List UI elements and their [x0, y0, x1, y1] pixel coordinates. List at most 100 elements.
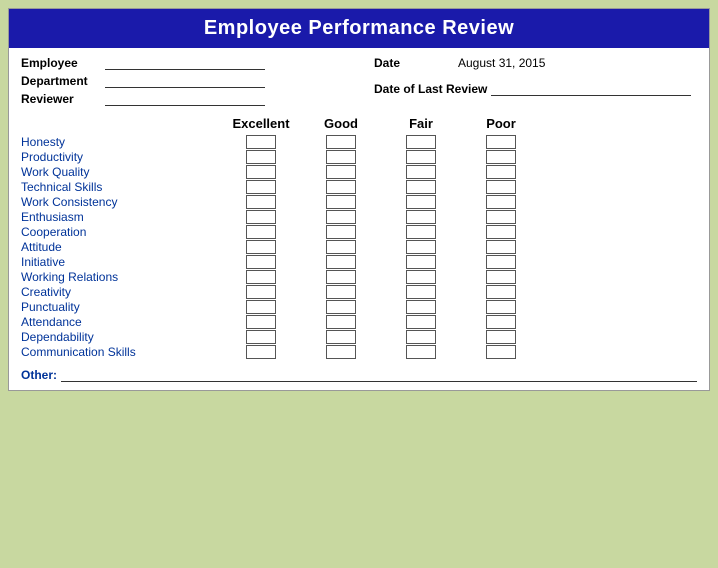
- rating-boxes: [221, 285, 541, 299]
- rating-excellent-checkbox[interactable]: [246, 195, 276, 209]
- other-label: Other:: [21, 368, 57, 382]
- other-input-line[interactable]: [61, 368, 697, 382]
- rating-boxes: [221, 195, 541, 209]
- rating-good-checkbox[interactable]: [326, 285, 356, 299]
- criteria-label: Cooperation: [21, 225, 221, 239]
- rating-excellent-checkbox[interactable]: [246, 165, 276, 179]
- rating-excellent-checkbox[interactable]: [246, 270, 276, 284]
- rating-poor-checkbox[interactable]: [486, 210, 516, 224]
- rating-fair-checkbox[interactable]: [406, 270, 436, 284]
- rating-poor-checkbox[interactable]: [486, 150, 516, 164]
- rating-fair-checkbox[interactable]: [406, 255, 436, 269]
- date-last-review-label: Date of Last Review: [374, 82, 487, 96]
- rating-poor-cell: [461, 315, 541, 329]
- rating-fair-checkbox[interactable]: [406, 285, 436, 299]
- rating-good-checkbox[interactable]: [326, 240, 356, 254]
- rating-fair-checkbox[interactable]: [406, 345, 436, 359]
- rating-good-checkbox[interactable]: [326, 330, 356, 344]
- criteria-label: Creativity: [21, 285, 221, 299]
- rating-good-checkbox[interactable]: [326, 150, 356, 164]
- employee-input-line[interactable]: [105, 56, 265, 70]
- rating-poor-checkbox[interactable]: [486, 165, 516, 179]
- date-last-review-input-line[interactable]: [491, 82, 691, 96]
- rating-good-checkbox[interactable]: [326, 225, 356, 239]
- rating-poor-checkbox[interactable]: [486, 300, 516, 314]
- rating-fair-checkbox[interactable]: [406, 165, 436, 179]
- rating-fair-cell: [381, 135, 461, 149]
- rating-excellent-checkbox[interactable]: [246, 345, 276, 359]
- rating-poor-checkbox[interactable]: [486, 285, 516, 299]
- rating-good-checkbox[interactable]: [326, 300, 356, 314]
- rating-poor-checkbox[interactable]: [486, 345, 516, 359]
- rating-excellent-checkbox[interactable]: [246, 225, 276, 239]
- table-row: Creativity: [21, 285, 697, 299]
- criteria-label: Work Consistency: [21, 195, 221, 209]
- rating-poor-checkbox[interactable]: [486, 135, 516, 149]
- rating-boxes: [221, 210, 541, 224]
- rating-fair-cell: [381, 300, 461, 314]
- rating-poor-checkbox[interactable]: [486, 195, 516, 209]
- rating-excellent-checkbox[interactable]: [246, 300, 276, 314]
- rating-fair-checkbox[interactable]: [406, 180, 436, 194]
- employee-label: Employee: [21, 56, 101, 70]
- rating-poor-checkbox[interactable]: [486, 225, 516, 239]
- rating-excellent-checkbox[interactable]: [246, 255, 276, 269]
- rating-fair-checkbox[interactable]: [406, 195, 436, 209]
- rating-fair-cell: [381, 255, 461, 269]
- ratings-headers: Excellent Good Fair Poor: [221, 116, 697, 131]
- ratings-section: Excellent Good Fair Poor HonestyProducti…: [9, 112, 709, 364]
- rating-fair-checkbox[interactable]: [406, 330, 436, 344]
- rating-excellent-checkbox[interactable]: [246, 240, 276, 254]
- rating-fair-checkbox[interactable]: [406, 225, 436, 239]
- rating-good-checkbox[interactable]: [326, 165, 356, 179]
- rating-excellent-checkbox[interactable]: [246, 330, 276, 344]
- rating-good-cell: [301, 150, 381, 164]
- rating-good-checkbox[interactable]: [326, 270, 356, 284]
- rating-poor-checkbox[interactable]: [486, 240, 516, 254]
- rating-good-checkbox[interactable]: [326, 345, 356, 359]
- reviewer-field-row: Reviewer: [21, 92, 344, 106]
- rating-good-checkbox[interactable]: [326, 255, 356, 269]
- rating-fair-checkbox[interactable]: [406, 315, 436, 329]
- table-row: Work Quality: [21, 165, 697, 179]
- rating-poor-checkbox[interactable]: [486, 270, 516, 284]
- rating-excellent-checkbox[interactable]: [246, 135, 276, 149]
- reviewer-input-line[interactable]: [105, 92, 265, 106]
- rating-poor-checkbox[interactable]: [486, 330, 516, 344]
- rating-good-checkbox[interactable]: [326, 180, 356, 194]
- form-container: Employee Performance Review Employee Dep…: [8, 8, 710, 391]
- rating-good-checkbox[interactable]: [326, 210, 356, 224]
- table-row: Technical Skills: [21, 180, 697, 194]
- rating-good-checkbox[interactable]: [326, 315, 356, 329]
- rating-poor-checkbox[interactable]: [486, 180, 516, 194]
- header-fair: Fair: [381, 116, 461, 131]
- other-section: Other:: [9, 364, 709, 390]
- rating-good-cell: [301, 240, 381, 254]
- department-field-row: Department: [21, 74, 344, 88]
- rating-poor-checkbox[interactable]: [486, 255, 516, 269]
- department-input-line[interactable]: [105, 74, 265, 88]
- rating-excellent-checkbox[interactable]: [246, 150, 276, 164]
- rating-excellent-checkbox[interactable]: [246, 285, 276, 299]
- rating-excellent-cell: [221, 300, 301, 314]
- rating-good-checkbox[interactable]: [326, 195, 356, 209]
- rating-good-cell: [301, 225, 381, 239]
- rating-fair-cell: [381, 285, 461, 299]
- rating-fair-checkbox[interactable]: [406, 135, 436, 149]
- rating-fair-cell: [381, 210, 461, 224]
- rating-good-checkbox[interactable]: [326, 135, 356, 149]
- rating-fair-checkbox[interactable]: [406, 150, 436, 164]
- rating-fair-checkbox[interactable]: [406, 300, 436, 314]
- rating-good-cell: [301, 135, 381, 149]
- rating-excellent-checkbox[interactable]: [246, 210, 276, 224]
- rating-poor-cell: [461, 210, 541, 224]
- ratings-table: HonestyProductivityWork QualityTechnical…: [21, 135, 697, 359]
- rating-fair-checkbox[interactable]: [406, 210, 436, 224]
- criteria-label: Work Quality: [21, 165, 221, 179]
- rating-excellent-checkbox[interactable]: [246, 180, 276, 194]
- rating-poor-cell: [461, 255, 541, 269]
- rating-excellent-checkbox[interactable]: [246, 315, 276, 329]
- rating-good-cell: [301, 255, 381, 269]
- rating-poor-checkbox[interactable]: [486, 315, 516, 329]
- rating-fair-checkbox[interactable]: [406, 240, 436, 254]
